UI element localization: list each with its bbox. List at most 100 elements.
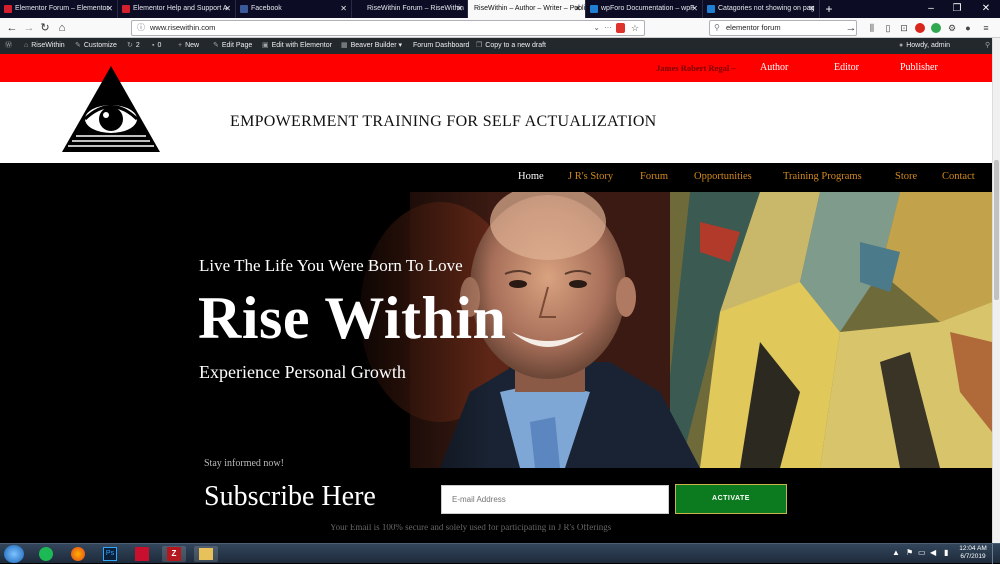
forward-icon[interactable]: → <box>22 21 36 35</box>
nav-store[interactable]: Store <box>895 171 917 182</box>
filezilla-icon[interactable]: Z <box>162 546 186 562</box>
screenshot-icon[interactable]: ⊡ <box>898 22 910 34</box>
bookmark-star-icon[interactable]: ☆ <box>631 21 639 35</box>
publisher-link[interactable]: Publisher <box>900 62 938 73</box>
start-orb-icon[interactable] <box>4 545 24 563</box>
close-tab-icon[interactable]: ✕ <box>574 0 581 18</box>
beaver-icon: ▦ <box>341 42 348 49</box>
acrobat-icon[interactable] <box>130 546 154 562</box>
site-name-link[interactable]: ⌂ RiseWithin <box>24 38 65 54</box>
close-window-button[interactable]: ✕ <box>972 0 1000 18</box>
tab-label: Elementor Forum – Elementor <box>15 5 109 12</box>
tab-label: Catagories not showing on pag <box>718 5 815 12</box>
back-icon[interactable]: ← <box>5 21 19 35</box>
copy-icon: ❐ <box>476 42 483 49</box>
favicon-icon <box>122 5 130 13</box>
account-menu[interactable]: ● Howdy, admin <box>899 38 950 54</box>
menu-icon[interactable]: ≡ <box>980 22 992 34</box>
browser-tab[interactable]: RiseWithin Forum – RiseWithin ✕ <box>352 0 468 18</box>
show-desktop-button[interactable] <box>992 544 1000 564</box>
favicon-icon <box>356 5 364 13</box>
browser-tab-active[interactable]: RiseWithin – Author – Writer – Publi ✕ <box>468 0 586 18</box>
nav-forum[interactable]: Forum <box>640 171 668 182</box>
site-info-icon[interactable]: ⓘ <box>137 21 145 35</box>
updates-link[interactable]: ↻ 2 <box>127 38 140 54</box>
grammarly-icon[interactable] <box>931 23 941 33</box>
library-icon[interactable]: ⫼ <box>866 22 878 34</box>
reload-icon[interactable]: ↻ <box>38 21 52 35</box>
minimize-button[interactable]: – <box>920 0 942 18</box>
editor-link[interactable]: Editor <box>834 62 859 73</box>
new-content-link[interactable]: + New <box>178 38 199 54</box>
updates-icon: ↻ <box>127 42 133 49</box>
close-tab-icon[interactable]: ✕ <box>340 0 347 18</box>
adblock-icon[interactable] <box>915 23 925 33</box>
page-scrollbar[interactable] <box>992 38 1000 543</box>
browser-toolbar: ← → ↻ ⌂ ⓘ www.risewithin.com ⌄ ··· ☆ ⚲ e… <box>0 18 1000 38</box>
browser-tab[interactable]: Elementor Forum – Elementor ✕ <box>0 0 118 18</box>
nav-home[interactable]: Home <box>518 171 544 182</box>
copy-to-draft-link[interactable]: ❐ Copy to a new draft <box>476 38 546 54</box>
home-icon[interactable]: ⌂ <box>55 21 69 35</box>
tray-arrow-icon[interactable]: ▲ <box>892 548 900 557</box>
photoshop-icon[interactable]: Ps <box>98 546 122 562</box>
sidebar-icon[interactable]: ▯ <box>882 22 894 34</box>
comments-link[interactable]: ▪ 0 <box>152 38 161 54</box>
firefox-icon[interactable] <box>66 546 90 562</box>
customize-link[interactable]: ✎ Customize <box>75 38 117 54</box>
browser-tab[interactable]: Elementor Help and Support A ✕ <box>118 0 236 18</box>
nav-training-programs[interactable]: Training Programs <box>783 171 862 182</box>
scrollbar-thumb[interactable] <box>994 160 999 300</box>
browser-tab[interactable]: Facebook ✕ <box>236 0 352 18</box>
close-tab-icon[interactable]: ✕ <box>224 0 231 18</box>
volume-icon[interactable]: ◀ <box>930 548 936 557</box>
forum-dashboard-link[interactable]: Forum Dashboard <box>413 38 469 54</box>
pocket-icon[interactable] <box>616 23 625 33</box>
tab-label: wpForo Documentation – wpF <box>601 5 695 12</box>
sync-icon[interactable]: ⚙ <box>946 22 958 34</box>
new-tab-button[interactable]: + <box>822 0 836 18</box>
maximize-button[interactable]: ❐ <box>946 0 968 18</box>
wp-admin-bar: Ⓦ ⌂ RiseWithin ✎ Customize ↻ 2 ▪ 0 + New ✎ Edi… <box>0 38 1000 54</box>
favicon-icon <box>707 5 715 13</box>
author-name-link[interactable]: James Robert Regal – <box>656 63 736 73</box>
browser-tab[interactable]: wpForo Documentation – wpF ✕ <box>586 0 703 18</box>
nav-jr-story[interactable]: J R's Story <box>568 171 613 182</box>
close-tab-icon[interactable]: ✕ <box>456 0 463 18</box>
go-arrow-icon[interactable]: → <box>844 21 858 35</box>
activate-button[interactable]: ACTIVATE <box>675 484 787 514</box>
spotify-icon[interactable] <box>34 546 58 562</box>
close-tab-icon[interactable]: ✕ <box>106 0 113 18</box>
favicon-icon <box>4 5 12 13</box>
beaver-builder-menu[interactable]: ▦ Beaver Builder ▾ <box>341 38 402 54</box>
tab-label: Elementor Help and Support A <box>133 5 228 12</box>
favicon-icon <box>590 5 598 13</box>
eye-pyramid-logo-icon[interactable] <box>60 64 162 154</box>
tray-display-icon[interactable]: ▭ <box>918 548 926 557</box>
nav-opportunities[interactable]: Opportunities <box>694 171 752 182</box>
edit-with-elementor-link[interactable]: ▣ Edit with Elementor <box>262 38 332 54</box>
search-input[interactable]: ⚲ elementor forum <box>709 20 857 36</box>
close-tab-icon[interactable]: ✕ <box>691 0 698 18</box>
clock-time: 12:04 AM <box>959 545 987 552</box>
brush-icon: ✎ <box>75 42 81 49</box>
search-icon: ⚲ <box>714 23 720 32</box>
email-field[interactable] <box>441 485 669 514</box>
close-tab-icon[interactable]: ✕ <box>808 0 815 18</box>
subscribe-title: Subscribe Here <box>204 481 376 512</box>
network-icon[interactable]: ▮ <box>944 548 948 557</box>
clock[interactable]: 12:04 AM 6/7/2019 <box>958 545 988 561</box>
tray-flag-icon[interactable]: ⚑ <box>906 548 913 557</box>
account-icon[interactable]: ● <box>962 22 974 34</box>
browser-tab[interactable]: Catagories not showing on pag ✕ <box>703 0 820 18</box>
wordpress-logo-icon[interactable]: Ⓦ <box>5 38 15 54</box>
edit-page-link[interactable]: ✎ Edit Page <box>213 38 252 54</box>
url-bar[interactable]: ⓘ www.risewithin.com ⌄ ··· ☆ <box>131 20 645 36</box>
page-actions-icon[interactable]: ··· <box>604 21 612 35</box>
hero-title: Rise Within <box>198 285 507 351</box>
file-explorer-icon[interactable] <box>194 546 218 562</box>
author-link[interactable]: Author <box>760 62 788 73</box>
dropdown-icon[interactable]: ⌄ <box>593 21 600 35</box>
nav-contact[interactable]: Contact <box>942 171 975 182</box>
clock-date: 6/7/2019 <box>960 553 986 560</box>
